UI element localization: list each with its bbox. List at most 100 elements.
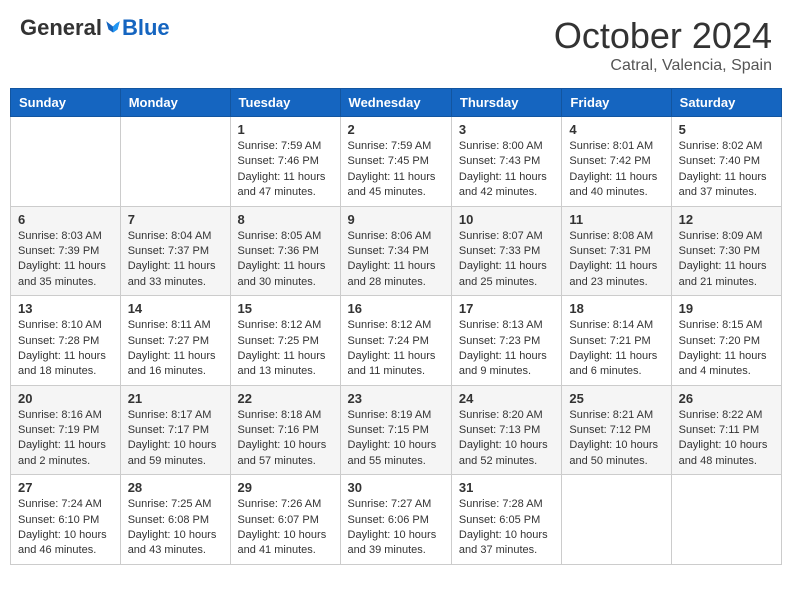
day-info: Sunrise: 8:07 AM Sunset: 7:33 PM Dayligh…: [459, 229, 554, 291]
day-info: Sunrise: 8:13 AM Sunset: 7:23 PM Dayligh…: [459, 318, 554, 380]
calendar-week-row: 6 Sunrise: 8:03 AM Sunset: 7:39 PM Daylig…: [11, 206, 782, 296]
weekday-header-friday: Friday: [562, 89, 671, 117]
day-number: 10: [459, 212, 554, 227]
title-block: October 2024 Catral, Valencia, Spain: [554, 15, 772, 75]
day-info: Sunrise: 8:03 AM Sunset: 7:39 PM Dayligh…: [18, 229, 113, 291]
calendar-cell: 21Sunrise: 8:17 AM Sunset: 7:17 PM Dayli…: [120, 385, 230, 475]
logo-general-text: General: [20, 15, 102, 41]
weekday-header-thursday: Thursday: [451, 89, 561, 117]
calendar-cell: 8Sunrise: 8:05 AM Sunset: 7:36 PM Daylig…: [230, 206, 340, 296]
day-number: 14: [128, 301, 223, 316]
calendar-cell: 17 Sunrise: 8:13 AM Sunset: 7:23 PM Dayli…: [451, 296, 561, 386]
calendar-cell: 2Sunrise: 7:59 AM Sunset: 7:45 PM Daylig…: [340, 117, 451, 207]
day-number: 25: [569, 391, 663, 406]
calendar-cell: 9 Sunrise: 8:06 AM Sunset: 7:34 PM Daylig…: [340, 206, 451, 296]
day-number: 12: [679, 212, 774, 227]
calendar-cell: [120, 117, 230, 207]
day-number: 31: [459, 480, 554, 495]
weekday-header-sunday: Sunday: [11, 89, 121, 117]
day-info: Sunrise: 8:20 AM Sunset: 7:13 PM Dayligh…: [459, 408, 554, 470]
day-info: Sunrise: 8:04 AM Sunset: 7:37 PM Dayligh…: [128, 229, 223, 291]
calendar-table: SundayMondayTuesdayWednesdayThursdayFrid…: [10, 88, 782, 565]
day-number: 9: [348, 212, 444, 227]
calendar-cell: 3 Sunrise: 8:00 AM Sunset: 7:43 PM Daylig…: [451, 117, 561, 207]
day-info: Sunrise: 7:59 AM Sunset: 7:46 PM Dayligh…: [238, 139, 333, 201]
calendar-cell: 6 Sunrise: 8:03 AM Sunset: 7:39 PM Daylig…: [11, 206, 121, 296]
calendar-cell: 29 Sunrise: 7:26 AM Sunset: 6:07 PM Dayli…: [230, 475, 340, 565]
page-header: General Blue October 2024 Catral, Valenc…: [10, 10, 782, 80]
calendar-cell: 13 Sunrise: 8:10 AM Sunset: 7:28 PM Dayli…: [11, 296, 121, 386]
calendar-cell: [11, 117, 121, 207]
day-number: 24: [459, 391, 554, 406]
day-number: 13: [18, 301, 113, 316]
weekday-header-row: SundayMondayTuesdayWednesdayThursdayFrid…: [11, 89, 782, 117]
day-info: Sunrise: 8:02 AM Sunset: 7:40 PM Dayligh…: [679, 139, 774, 201]
day-info: Sunrise: 7:28 AM Sunset: 6:05 PM Dayligh…: [459, 497, 554, 559]
day-info: Sunrise: 8:06 AM Sunset: 7:34 PM Dayligh…: [348, 229, 444, 291]
calendar-cell: 12Sunrise: 8:09 AM Sunset: 7:30 PM Dayli…: [671, 206, 781, 296]
calendar-cell: 11 Sunrise: 8:08 AM Sunset: 7:31 PM Dayli…: [562, 206, 671, 296]
day-number: 17: [459, 301, 554, 316]
day-info: Sunrise: 8:08 AM Sunset: 7:31 PM Dayligh…: [569, 229, 663, 291]
calendar-cell: 19 Sunrise: 8:15 AM Sunset: 7:20 PM Dayli…: [671, 296, 781, 386]
calendar-week-row: 13 Sunrise: 8:10 AM Sunset: 7:28 PM Dayli…: [11, 296, 782, 386]
day-number: 19: [679, 301, 774, 316]
calendar-cell: 22 Sunrise: 8:18 AM Sunset: 7:16 PM Dayli…: [230, 385, 340, 475]
calendar-cell: 4 Sunrise: 8:01 AM Sunset: 7:42 PM Daylig…: [562, 117, 671, 207]
day-info: Sunrise: 8:12 AM Sunset: 7:25 PM Dayligh…: [238, 318, 333, 380]
day-number: 15: [238, 301, 333, 316]
calendar-cell: 31 Sunrise: 7:28 AM Sunset: 6:05 PM Dayli…: [451, 475, 561, 565]
day-number: 29: [238, 480, 333, 495]
day-info: Sunrise: 8:18 AM Sunset: 7:16 PM Dayligh…: [238, 408, 333, 470]
day-info: Sunrise: 8:16 AM Sunset: 7:19 PM Dayligh…: [18, 408, 113, 470]
day-info: Sunrise: 7:27 AM Sunset: 6:06 PM Dayligh…: [348, 497, 444, 559]
day-number: 20: [18, 391, 113, 406]
day-number: 1: [238, 122, 333, 137]
day-number: 8: [238, 212, 333, 227]
calendar-cell: 10 Sunrise: 8:07 AM Sunset: 7:33 PM Dayli…: [451, 206, 561, 296]
day-number: 2: [348, 122, 444, 137]
day-number: 18: [569, 301, 663, 316]
calendar-cell: 14 Sunrise: 8:11 AM Sunset: 7:27 PM Dayli…: [120, 296, 230, 386]
day-number: 22: [238, 391, 333, 406]
day-info: Sunrise: 8:15 AM Sunset: 7:20 PM Dayligh…: [679, 318, 774, 380]
day-number: 28: [128, 480, 223, 495]
calendar-cell: 30 Sunrise: 7:27 AM Sunset: 6:06 PM Dayli…: [340, 475, 451, 565]
day-number: 11: [569, 212, 663, 227]
weekday-header-tuesday: Tuesday: [230, 89, 340, 117]
day-info: Sunrise: 7:24 AM Sunset: 6:10 PM Dayligh…: [18, 497, 113, 559]
day-number: 16: [348, 301, 444, 316]
day-number: 23: [348, 391, 444, 406]
calendar-cell: 28Sunrise: 7:25 AM Sunset: 6:08 PM Dayli…: [120, 475, 230, 565]
weekday-header-saturday: Saturday: [671, 89, 781, 117]
day-number: 27: [18, 480, 113, 495]
calendar-cell: 25 Sunrise: 8:21 AM Sunset: 7:12 PM Dayli…: [562, 385, 671, 475]
month-title: October 2024: [554, 15, 772, 57]
weekday-header-monday: Monday: [120, 89, 230, 117]
calendar-cell: [671, 475, 781, 565]
day-number: 30: [348, 480, 444, 495]
logo: General Blue: [20, 15, 170, 41]
calendar-week-row: 20 Sunrise: 8:16 AM Sunset: 7:19 PM Dayli…: [11, 385, 782, 475]
calendar-cell: 18Sunrise: 8:14 AM Sunset: 7:21 PM Dayli…: [562, 296, 671, 386]
location-title: Catral, Valencia, Spain: [554, 57, 772, 75]
weekday-header-wednesday: Wednesday: [340, 89, 451, 117]
day-info: Sunrise: 8:21 AM Sunset: 7:12 PM Dayligh…: [569, 408, 663, 470]
calendar-cell: 1 Sunrise: 7:59 AM Sunset: 7:46 PM Daylig…: [230, 117, 340, 207]
calendar-cell: 27 Sunrise: 7:24 AM Sunset: 6:10 PM Dayli…: [11, 475, 121, 565]
calendar-cell: 16Sunrise: 8:12 AM Sunset: 7:24 PM Dayli…: [340, 296, 451, 386]
logo-bird-icon: [104, 19, 122, 37]
day-number: 4: [569, 122, 663, 137]
day-info: Sunrise: 8:11 AM Sunset: 7:27 PM Dayligh…: [128, 318, 223, 380]
calendar-cell: 23Sunrise: 8:19 AM Sunset: 7:15 PM Dayli…: [340, 385, 451, 475]
calendar-cell: [562, 475, 671, 565]
calendar-cell: 15 Sunrise: 8:12 AM Sunset: 7:25 PM Dayli…: [230, 296, 340, 386]
day-info: Sunrise: 8:00 AM Sunset: 7:43 PM Dayligh…: [459, 139, 554, 201]
day-info: Sunrise: 8:01 AM Sunset: 7:42 PM Dayligh…: [569, 139, 663, 201]
day-number: 26: [679, 391, 774, 406]
calendar-cell: 26Sunrise: 8:22 AM Sunset: 7:11 PM Dayli…: [671, 385, 781, 475]
day-number: 6: [18, 212, 113, 227]
day-info: Sunrise: 7:26 AM Sunset: 6:07 PM Dayligh…: [238, 497, 333, 559]
day-number: 3: [459, 122, 554, 137]
day-info: Sunrise: 8:10 AM Sunset: 7:28 PM Dayligh…: [18, 318, 113, 380]
